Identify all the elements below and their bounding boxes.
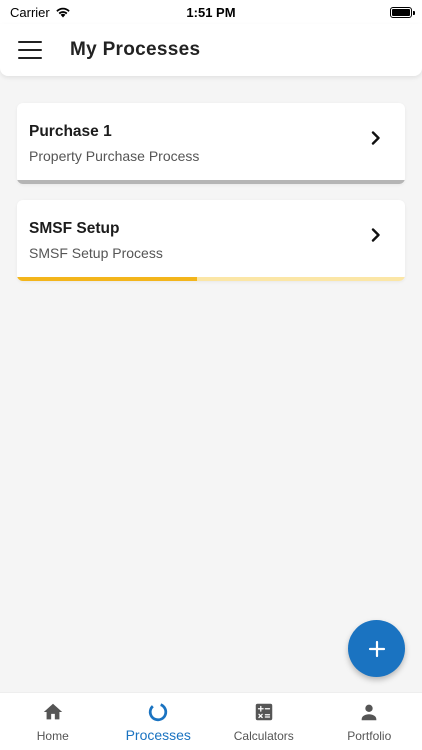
person-icon	[361, 704, 377, 721]
calculator-icon	[255, 703, 272, 721]
bottom-navigation: Home Processes Calculators Portfolio	[0, 692, 422, 750]
nav-label-home: Home	[36, 729, 69, 743]
nav-label-portfolio: Portfolio	[347, 729, 392, 743]
processes-icon	[149, 702, 168, 722]
hamburger-menu-icon[interactable]	[18, 41, 42, 59]
progress-bar	[17, 180, 405, 184]
progress-bar-fill	[17, 277, 198, 281]
carrier-label: Carrier	[10, 4, 50, 20]
nav-item-calculators[interactable]: Calculators	[211, 693, 317, 750]
process-title: SMSF Setup	[29, 220, 120, 237]
process-list: Purchase 1 Property Purchase Process SMS…	[17, 103, 405, 297]
page-title: My Processes	[70, 39, 201, 60]
status-bar: Carrier 1:51 PM	[0, 0, 422, 24]
status-left: Carrier	[10, 5, 71, 20]
process-card-purchase-1[interactable]: Purchase 1 Property Purchase Process	[17, 103, 405, 184]
process-card-smsf-setup[interactable]: SMSF Setup SMSF Setup Process	[17, 200, 405, 281]
process-subtitle: SMSF Setup Process	[29, 245, 163, 261]
process-title: Purchase 1	[29, 123, 112, 140]
nav-item-home[interactable]: Home	[0, 693, 106, 750]
app-bar: My Processes	[0, 24, 422, 76]
wifi-icon	[56, 7, 70, 18]
nav-label-processes: Processes	[125, 727, 191, 743]
chevron-right-icon	[371, 228, 380, 242]
progress-bar-fill	[17, 180, 405, 184]
add-process-button[interactable]	[348, 620, 405, 677]
plus-icon	[368, 640, 385, 657]
process-subtitle: Property Purchase Process	[29, 148, 200, 164]
nav-item-processes[interactable]: Processes	[106, 693, 212, 750]
battery-icon	[390, 6, 415, 18]
nav-item-portfolio[interactable]: Portfolio	[317, 693, 422, 750]
chevron-right-icon	[371, 131, 380, 145]
progress-bar	[17, 277, 405, 281]
home-icon	[43, 703, 62, 720]
nav-label-calculators: Calculators	[233, 729, 294, 743]
